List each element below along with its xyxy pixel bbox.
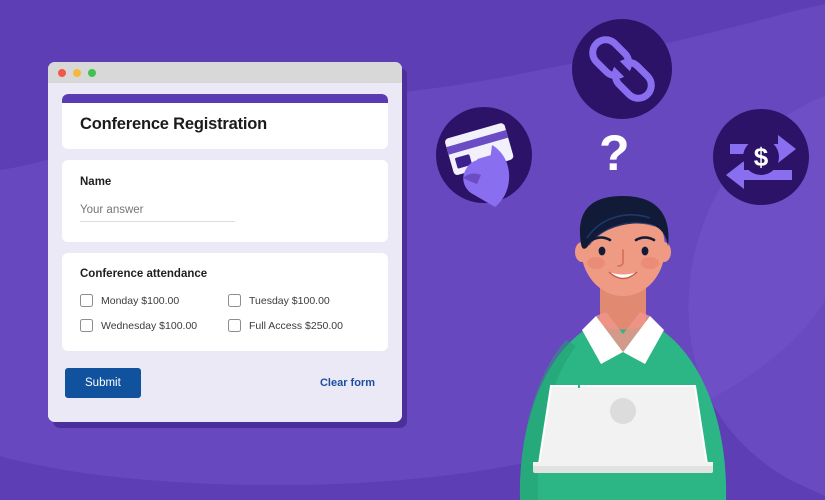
window-titlebar — [48, 62, 402, 83]
svg-text:$: $ — [754, 142, 769, 172]
attendance-options: Monday $100.00 Tuesday $100.00 Wednesday… — [80, 294, 370, 332]
maximize-dot[interactable] — [88, 68, 96, 77]
form-body: Conference Registration Name Your answer… — [48, 83, 402, 422]
checkbox-icon[interactable] — [80, 294, 93, 307]
question-mark-icon: ? — [599, 125, 630, 181]
name-input[interactable]: Your answer — [80, 204, 235, 222]
form-accent-bar — [62, 94, 388, 103]
minimize-dot[interactable] — [73, 68, 81, 77]
browser-window: Conference Registration Name Your answer… — [48, 62, 402, 422]
submit-button[interactable]: Submit — [65, 368, 141, 398]
checkbox-label: Tuesday $100.00 — [249, 294, 330, 307]
checkbox-option-monday[interactable]: Monday $100.00 — [80, 294, 228, 307]
checkbox-label: Full Access $250.00 — [249, 319, 343, 332]
checkbox-option-full-access[interactable]: Full Access $250.00 — [228, 319, 370, 332]
illustration-canvas: $ ? Conference Registration Name Your an… — [0, 0, 825, 500]
form-title: Conference Registration — [80, 115, 268, 133]
checkbox-option-wednesday[interactable]: Wednesday $100.00 — [80, 319, 228, 332]
form-header-card: Conference Registration — [62, 94, 388, 149]
form-actions: Submit Clear form — [62, 362, 388, 398]
checkbox-icon[interactable] — [228, 294, 241, 307]
checkbox-icon[interactable] — [80, 319, 93, 332]
clear-form-link[interactable]: Clear form — [320, 377, 375, 389]
attendance-card: Conference attendance Monday $100.00 Tue… — [62, 253, 388, 351]
name-field-label: Name — [80, 176, 112, 188]
checkbox-label: Monday $100.00 — [101, 294, 180, 307]
checkbox-option-tuesday[interactable]: Tuesday $100.00 — [228, 294, 370, 307]
attendance-title: Conference attendance — [80, 268, 208, 280]
name-field-card: Name Your answer — [62, 160, 388, 242]
checkbox-icon[interactable] — [228, 319, 241, 332]
close-dot[interactable] — [58, 68, 66, 77]
checkbox-label: Wednesday $100.00 — [101, 319, 198, 332]
